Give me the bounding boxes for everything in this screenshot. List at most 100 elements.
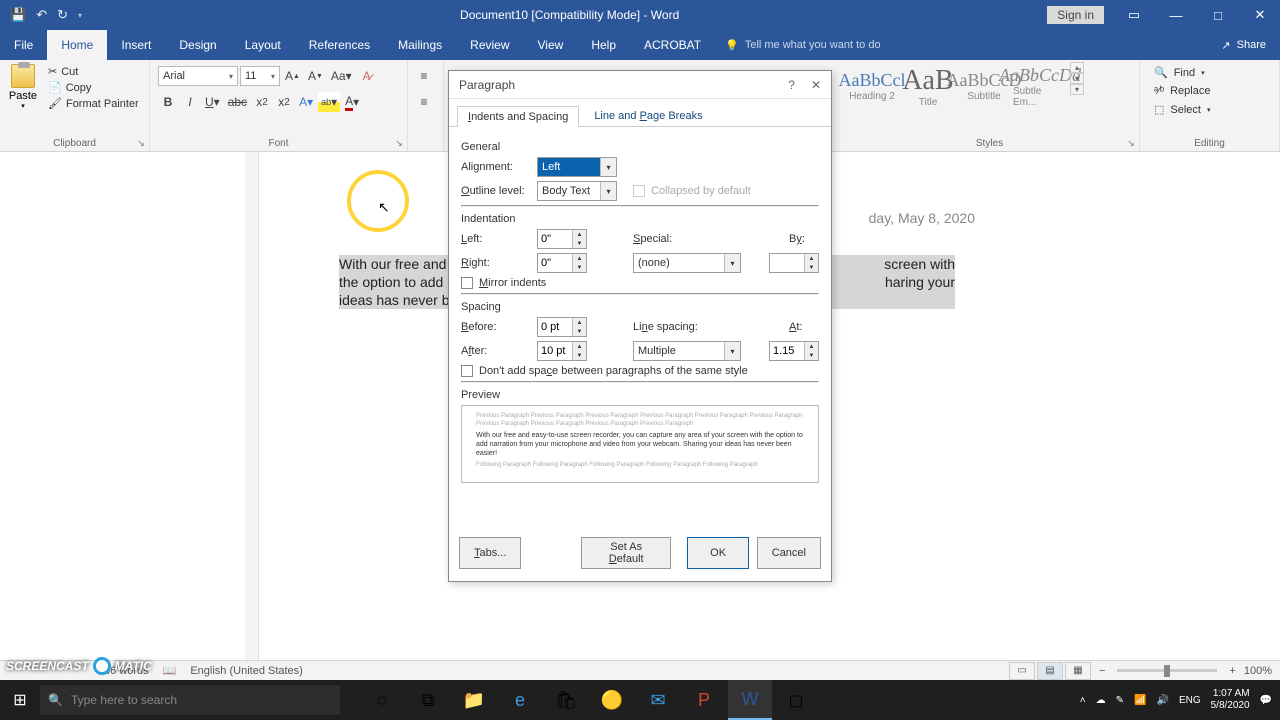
tab-view[interactable]: View [524, 30, 578, 60]
ok-button[interactable]: OK [687, 537, 748, 569]
tray-volume-icon[interactable]: 🔊 [1156, 695, 1168, 706]
dialog-tab-breaks[interactable]: Line and Page Breaks [583, 105, 713, 126]
underline-button[interactable]: U▾ [202, 92, 223, 112]
format-painter-button[interactable]: 🖌Format Painter [44, 96, 143, 111]
styles-scroll-down[interactable]: ▾ [1070, 73, 1084, 84]
shrink-font-button[interactable]: A▼ [305, 66, 326, 86]
undo-icon[interactable]: ↶ [36, 7, 47, 23]
zoom-in-button[interactable]: + [1229, 665, 1235, 677]
select-button[interactable]: ⬚Select▾ [1148, 101, 1217, 118]
tab-references[interactable]: References [295, 30, 384, 60]
notifications-icon[interactable]: 💬 [1260, 695, 1272, 706]
styles-scroll-up[interactable]: ▴ [1070, 62, 1084, 73]
find-button[interactable]: 🔍Find▾ [1148, 64, 1211, 81]
mail-icon[interactable]: ✉ [636, 680, 680, 720]
share-button[interactable]: ↗ Share [1207, 30, 1280, 60]
copy-button[interactable]: 📄Copy [44, 80, 143, 95]
clipboard-launcher-icon[interactable]: ↘ [135, 137, 147, 149]
style-heading2[interactable]: AaBbCclHeading 2 [844, 62, 900, 110]
save-icon[interactable]: 💾 [10, 7, 26, 23]
at-input[interactable]: ▲▼ [769, 341, 819, 361]
line-spacing-select[interactable]: Multiple▾ [633, 341, 741, 361]
store-icon[interactable]: 🛍 [544, 680, 588, 720]
tray-chevron-icon[interactable]: ˄ [1080, 695, 1086, 706]
font-launcher-icon[interactable]: ↘ [393, 137, 405, 149]
zoom-out-button[interactable]: − [1099, 665, 1105, 677]
grow-font-button[interactable]: A▲ [282, 66, 303, 86]
change-case-button[interactable]: Aa▾ [328, 66, 355, 86]
mirror-indents-checkbox[interactable] [461, 277, 473, 289]
zoom-slider[interactable] [1117, 669, 1217, 672]
by-input[interactable]: ▲▼ [769, 253, 819, 273]
redo-icon[interactable]: ↻ [57, 7, 68, 23]
cancel-button[interactable]: Cancel [757, 537, 821, 569]
minimize-button[interactable]: — [1156, 0, 1196, 30]
strikethrough-button[interactable]: abc [225, 92, 250, 112]
italic-button[interactable]: I [180, 92, 200, 112]
language-status[interactable]: English (United States) [190, 665, 303, 677]
text-effects-button[interactable]: A▾ [296, 92, 316, 112]
file-explorer-icon[interactable]: 📁 [452, 680, 496, 720]
dont-add-space-checkbox[interactable] [461, 365, 473, 377]
at-value[interactable] [770, 342, 804, 360]
tab-home[interactable]: Home [47, 30, 107, 60]
set-default-button[interactable]: Set As Default [581, 537, 672, 569]
start-button[interactable]: ⊞ [0, 680, 40, 720]
highlight-button[interactable]: ab▾ [318, 92, 340, 112]
indent-left-value[interactable] [538, 230, 572, 248]
paste-button[interactable]: Paste ▾ [4, 62, 42, 120]
clear-formatting-button[interactable]: A̷ [357, 66, 377, 86]
tab-help[interactable]: Help [577, 30, 630, 60]
before-input[interactable]: ▲▼ [537, 317, 587, 337]
taskbar-search[interactable]: 🔍 Type here to search [40, 685, 340, 715]
after-input[interactable]: ▲▼ [537, 341, 587, 361]
tray-language[interactable]: ENG [1179, 695, 1201, 706]
task-view-icon[interactable]: ⧉ [406, 680, 450, 720]
superscript-button[interactable]: x2 [274, 92, 294, 112]
read-mode-button[interactable]: ▭ [1009, 662, 1035, 680]
tab-mailings[interactable]: Mailings [384, 30, 456, 60]
ribbon-options-icon[interactable]: ▭ [1114, 0, 1154, 30]
dialog-tab-indents[interactable]: Indents and Spacing [457, 106, 579, 127]
tabs-button[interactable]: Tabs... [459, 537, 521, 569]
tray-onedrive-icon[interactable]: ☁ [1096, 695, 1106, 706]
chrome-icon[interactable]: 🟡 [590, 680, 634, 720]
cortana-icon[interactable]: ○ [360, 680, 404, 720]
tell-me-search[interactable]: 💡 Tell me what you want to do [725, 30, 880, 60]
word-icon[interactable]: W [728, 680, 772, 720]
style-subtle-em[interactable]: AaBbCcDdSubtle Em... [1012, 62, 1068, 110]
replace-button[interactable]: ᵃ⁄ᵇReplace [1148, 83, 1216, 99]
vertical-ruler[interactable] [245, 152, 259, 660]
alignment-select[interactable]: Left▾ [537, 157, 617, 177]
indent-left-input[interactable]: ▲▼ [537, 229, 587, 249]
qat-dropdown-icon[interactable]: ▾ [78, 11, 82, 20]
subscript-button[interactable]: x2 [252, 92, 272, 112]
dialog-close-button[interactable]: ✕ [811, 78, 821, 92]
font-size-combo[interactable]: 11▾ [240, 66, 280, 86]
special-select[interactable]: (none)▾ [633, 253, 741, 273]
sign-in-button[interactable]: Sign in [1047, 6, 1104, 24]
zoom-level[interactable]: 100% [1244, 665, 1272, 677]
outline-level-select[interactable]: Body Text▾ [537, 181, 617, 201]
after-value[interactable] [538, 342, 572, 360]
tab-acrobat[interactable]: ACROBAT [630, 30, 715, 60]
by-value[interactable] [770, 254, 804, 272]
tab-review[interactable]: Review [456, 30, 523, 60]
align-left-button[interactable]: ≡ [414, 92, 434, 112]
tray-clock[interactable]: 1:07 AM 5/8/2020 [1211, 688, 1250, 712]
powerpoint-icon[interactable]: P [682, 680, 726, 720]
indent-right-input[interactable]: ▲▼ [537, 253, 587, 273]
recorder-icon[interactable]: ◻ [774, 680, 818, 720]
web-layout-button[interactable]: ▦ [1065, 662, 1091, 680]
tray-pen-icon[interactable]: ✎ [1116, 695, 1124, 706]
close-button[interactable]: ✕ [1240, 0, 1280, 30]
maximize-button[interactable]: □ [1198, 0, 1238, 30]
edge-icon[interactable]: e [498, 680, 542, 720]
tray-network-icon[interactable]: 📶 [1134, 695, 1146, 706]
styles-expand[interactable]: ▾ [1070, 84, 1084, 95]
tab-design[interactable]: Design [165, 30, 230, 60]
tab-insert[interactable]: Insert [107, 30, 165, 60]
before-value[interactable] [538, 318, 572, 336]
dialog-help-button[interactable]: ? [788, 78, 795, 92]
styles-launcher-icon[interactable]: ↘ [1125, 137, 1137, 149]
